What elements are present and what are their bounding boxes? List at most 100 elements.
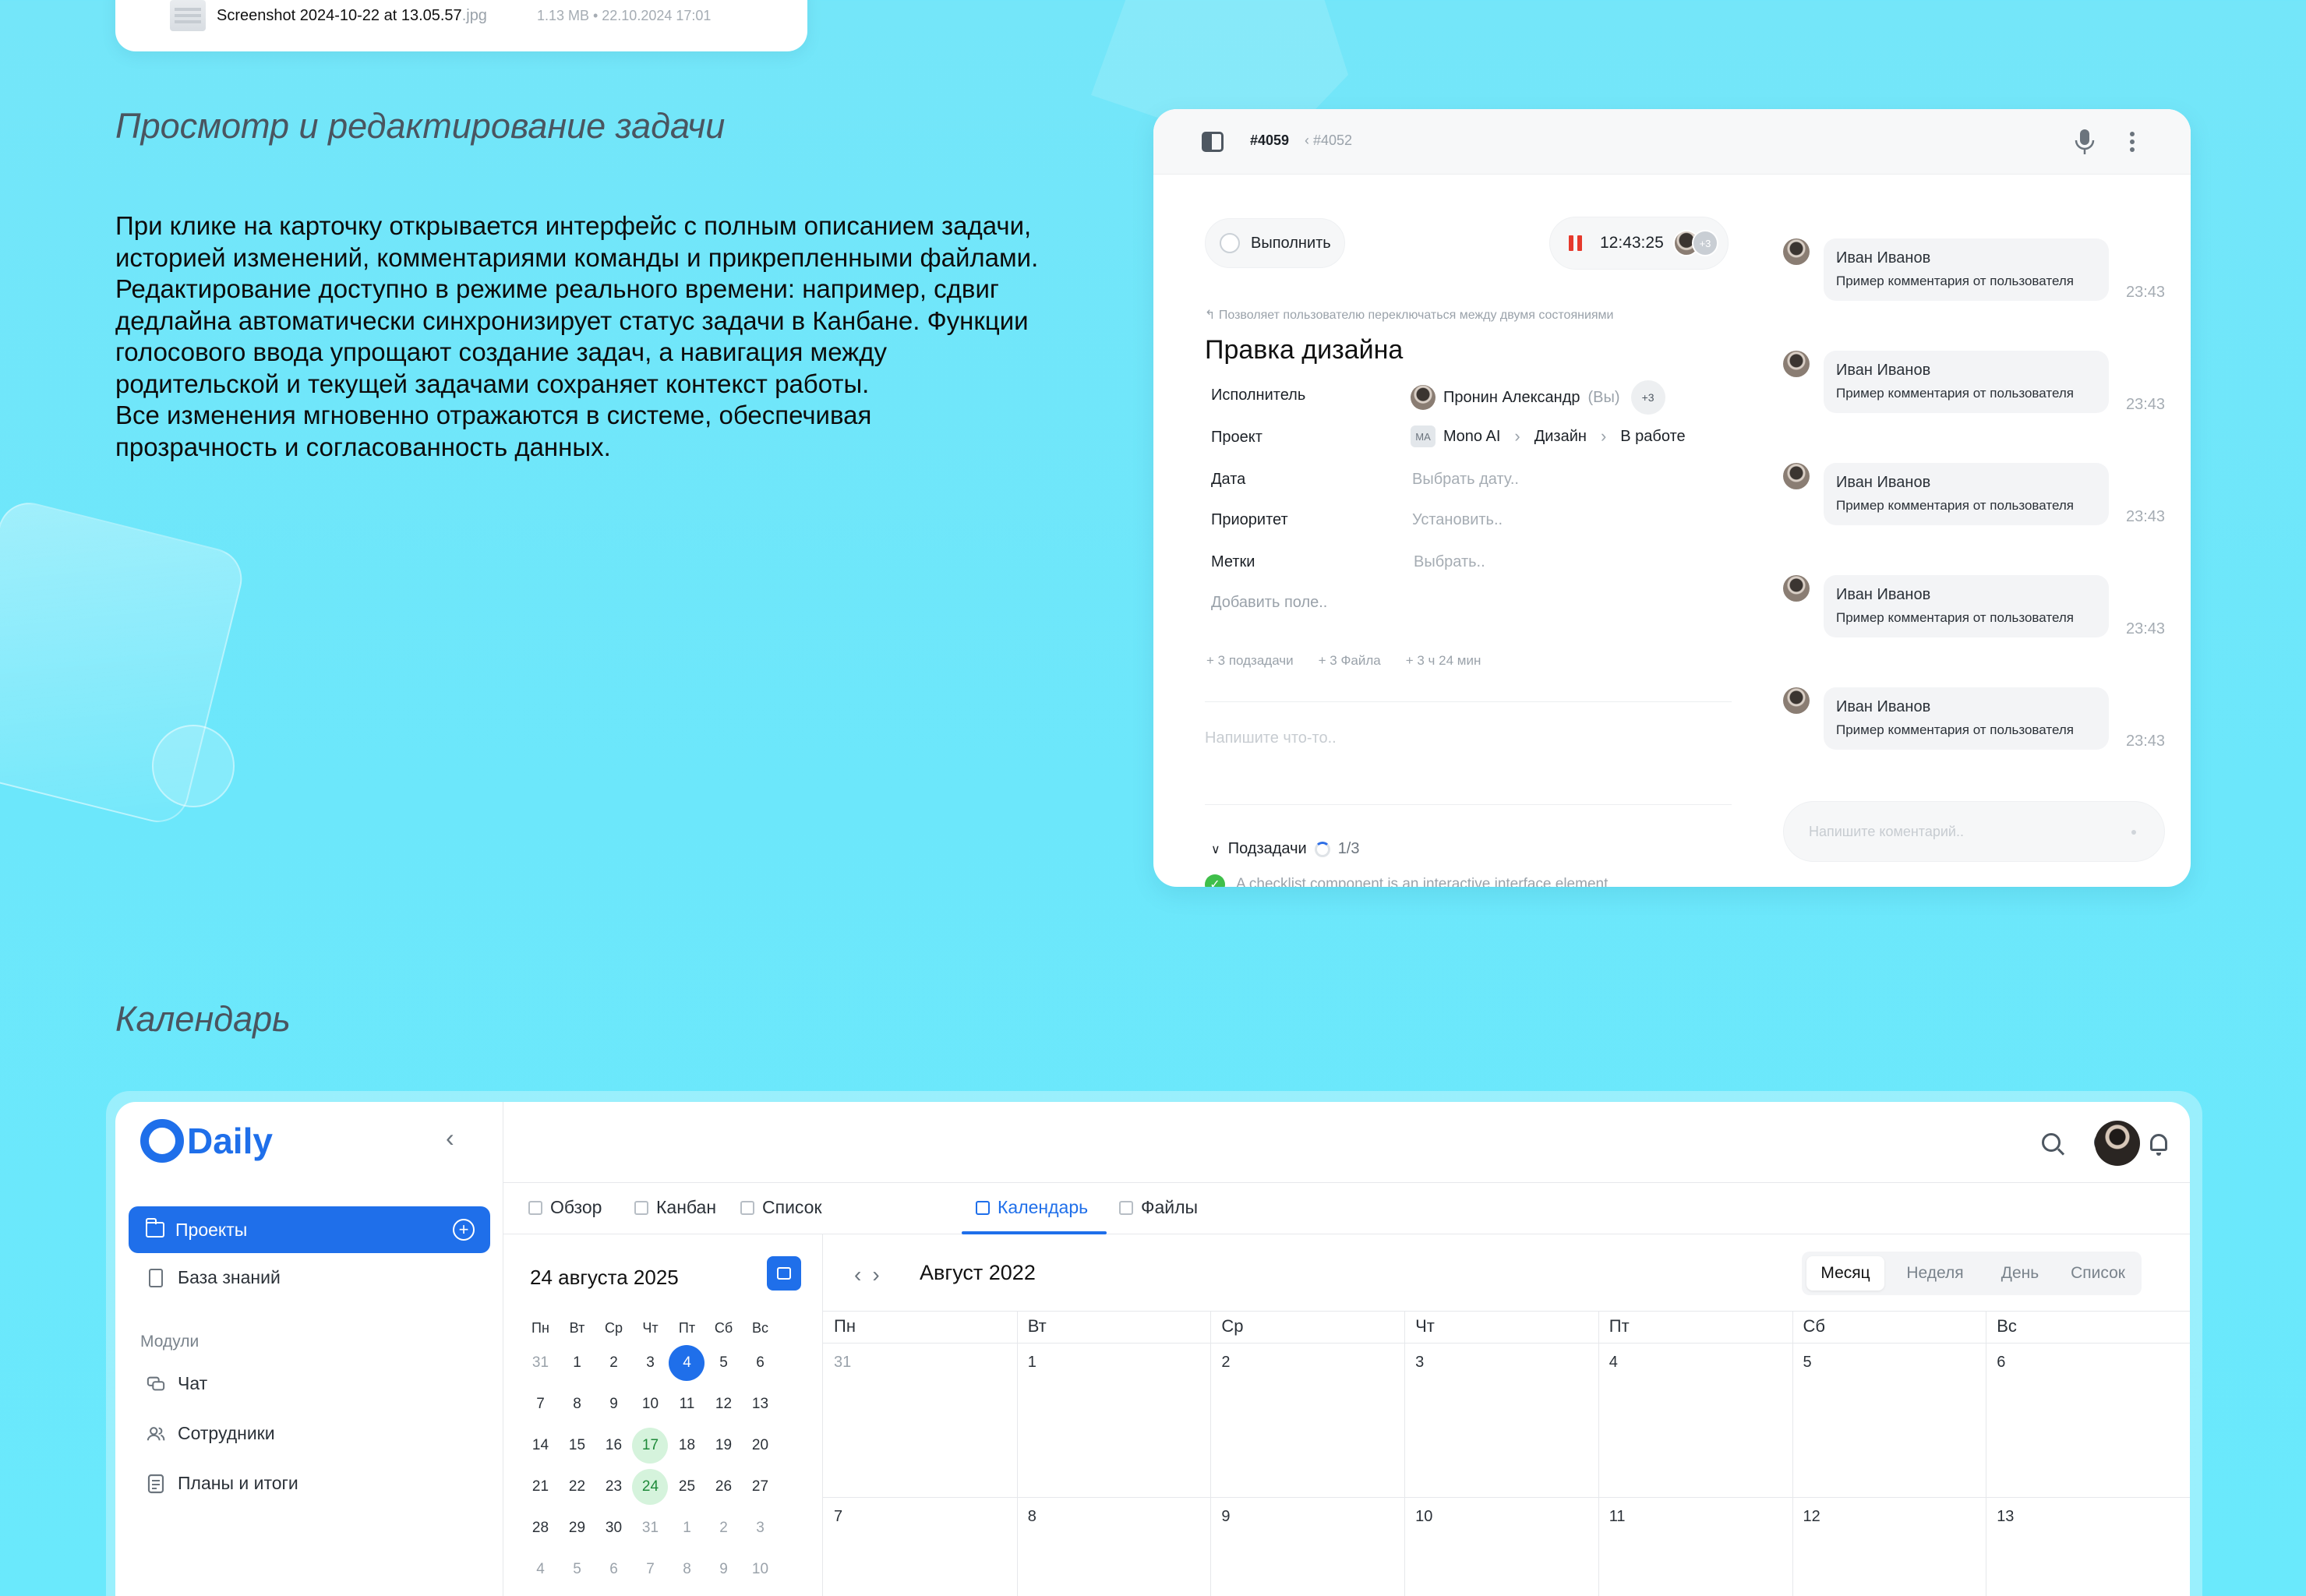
month-day[interactable]: 8	[1028, 1508, 1036, 1526]
mini-day[interactable]: 12	[705, 1396, 742, 1413]
mini-day[interactable]: 3	[742, 1520, 779, 1537]
mini-day[interactable]: 16	[595, 1437, 632, 1454]
mini-day[interactable]: 23	[595, 1478, 632, 1495]
note-input[interactable]: Напишите что-то..	[1205, 729, 1337, 747]
comment-author[interactable]: Иван Иванов	[1836, 249, 2096, 267]
time-tracker[interactable]: 12:43:25 +3	[1549, 217, 1729, 270]
month-day[interactable]: 2	[1221, 1354, 1230, 1372]
comment-author[interactable]: Иван Иванов	[1836, 474, 2096, 492]
mini-day[interactable]: 2	[595, 1354, 632, 1372]
mini-day[interactable]: 11	[669, 1396, 705, 1413]
view-month-button[interactable]: Месяц	[1806, 1256, 1884, 1291]
mini-day[interactable]: 10	[742, 1561, 779, 1578]
mini-day[interactable]: 22	[559, 1478, 595, 1495]
mini-day[interactable]: 21	[522, 1478, 559, 1495]
mini-day[interactable]: 3	[632, 1354, 669, 1372]
mini-day[interactable]: 25	[669, 1478, 705, 1495]
mini-day[interactable]: 10	[632, 1396, 669, 1413]
tab-overview[interactable]: Обзор	[528, 1197, 602, 1218]
comment-author[interactable]: Иван Иванов	[1836, 698, 2096, 716]
collapse-sidebar-icon[interactable]: ‹	[446, 1124, 454, 1153]
month-day[interactable]: 9	[1221, 1508, 1230, 1526]
mini-day[interactable]: 4	[669, 1354, 705, 1372]
month-day[interactable]: 1	[1028, 1354, 1036, 1372]
check-icon[interactable]: ✓	[1205, 874, 1225, 887]
view-day-button[interactable]: День	[1986, 1256, 2054, 1291]
month-day[interactable]: 11	[1609, 1508, 1626, 1526]
mini-day[interactable]: 5	[559, 1561, 595, 1578]
comment-author[interactable]: Иван Иванов	[1836, 362, 2096, 380]
time-meta[interactable]: + 3 ч 24 мин	[1406, 653, 1481, 669]
mini-day[interactable]: 13	[742, 1396, 779, 1413]
add-project-icon[interactable]: +	[453, 1219, 475, 1241]
mini-day[interactable]: 26	[705, 1478, 742, 1495]
sidebar-toggle-icon[interactable]	[1202, 132, 1224, 152]
sidebar-item-employees[interactable]: Сотрудники	[147, 1423, 275, 1444]
view-list-button[interactable]: Список	[2059, 1256, 2137, 1291]
mini-day[interactable]: 8	[559, 1396, 595, 1413]
mini-day[interactable]: 17	[632, 1437, 669, 1454]
assignee-value[interactable]: Пронин Александр (Вы) +3	[1411, 380, 1665, 415]
date-field[interactable]: Выбрать дату..	[1412, 471, 1519, 489]
files-meta[interactable]: + 3 Файла	[1319, 653, 1381, 669]
bell-icon[interactable]	[2146, 1130, 2171, 1156]
mini-day[interactable]: 7	[522, 1396, 559, 1413]
mini-day[interactable]: 31	[522, 1354, 559, 1372]
next-month-icon[interactable]: ›	[872, 1262, 879, 1287]
mini-day[interactable]: 6	[595, 1561, 632, 1578]
comment-input[interactable]: Напишите коментарий..	[1783, 801, 2165, 862]
month-day[interactable]: 4	[1609, 1354, 1618, 1372]
mini-day[interactable]: 8	[669, 1561, 705, 1578]
calendar-button[interactable]	[767, 1256, 801, 1291]
month-day[interactable]: 3	[1415, 1354, 1424, 1372]
priority-field[interactable]: Установить..	[1412, 511, 1503, 529]
subtasks-toggle[interactable]: ∨ Подзадачи 1/3	[1211, 840, 1360, 858]
search-icon[interactable]	[2039, 1130, 2064, 1155]
more-icon[interactable]	[2124, 126, 2140, 157]
tags-field[interactable]: Выбрать..	[1414, 553, 1485, 571]
file-row[interactable]: Screenshot 2024-10-22 at 13.05.57.jpg 1.…	[170, 0, 711, 31]
month-day[interactable]: 12	[1803, 1508, 1820, 1526]
sidebar-item-knowledge[interactable]: База знаний	[147, 1267, 281, 1288]
subtasks-meta[interactable]: + 3 подзадачи	[1206, 653, 1294, 669]
mini-day[interactable]: 9	[595, 1396, 632, 1413]
complete-button[interactable]: Выполнить	[1205, 218, 1345, 268]
user-avatar[interactable]	[2095, 1121, 2140, 1166]
mini-day[interactable]: 30	[595, 1520, 632, 1537]
mini-day[interactable]: 18	[669, 1437, 705, 1454]
month-day[interactable]: 13	[1997, 1508, 2014, 1526]
mini-day[interactable]: 15	[559, 1437, 595, 1454]
mini-day[interactable]: 14	[522, 1437, 559, 1454]
assignee-extra-count[interactable]: +3	[1630, 380, 1665, 415]
task-title[interactable]: Правка дизайна	[1205, 335, 1403, 365]
mini-day[interactable]: 2	[705, 1520, 742, 1537]
tab-kanban[interactable]: Канбан	[634, 1197, 716, 1218]
mini-day[interactable]: 9	[705, 1561, 742, 1578]
mini-day[interactable]: 20	[742, 1437, 779, 1454]
tab-calendar[interactable]: Календарь	[976, 1197, 1088, 1218]
pause-icon[interactable]	[1569, 235, 1583, 251]
month-day[interactable]: 6	[1997, 1354, 2005, 1372]
checklist-item[interactable]: ✓ A checklist component is an interactiv…	[1205, 874, 1608, 887]
tab-files[interactable]: Файлы	[1119, 1197, 1198, 1218]
mini-day[interactable]: 24	[632, 1478, 669, 1495]
mini-day[interactable]: 27	[742, 1478, 779, 1495]
tab-list[interactable]: Список	[740, 1197, 822, 1218]
sidebar-item-plans[interactable]: Планы и итоги	[147, 1473, 298, 1494]
parent-task-link[interactable]: ‹ #4052	[1305, 132, 1352, 149]
month-day[interactable]: 31	[834, 1354, 851, 1372]
mini-day[interactable]: 7	[632, 1561, 669, 1578]
mini-day[interactable]: 4	[522, 1561, 559, 1578]
add-field-button[interactable]: Добавить поле..	[1211, 594, 1327, 612]
month-day[interactable]: 7	[834, 1508, 842, 1526]
mini-day[interactable]: 6	[742, 1354, 779, 1372]
logo[interactable]: Daily	[140, 1119, 273, 1163]
view-week-button[interactable]: Неделя	[1889, 1256, 1981, 1291]
prev-month-icon[interactable]: ‹	[854, 1262, 861, 1287]
mini-day[interactable]: 1	[669, 1520, 705, 1537]
project-value[interactable]: MA Mono AI › Дизайн › В работе	[1411, 425, 1686, 447]
mini-day[interactable]: 1	[559, 1354, 595, 1372]
mini-day[interactable]: 31	[632, 1520, 669, 1537]
month-day[interactable]: 5	[1803, 1354, 1812, 1372]
month-day[interactable]: 10	[1415, 1508, 1432, 1526]
